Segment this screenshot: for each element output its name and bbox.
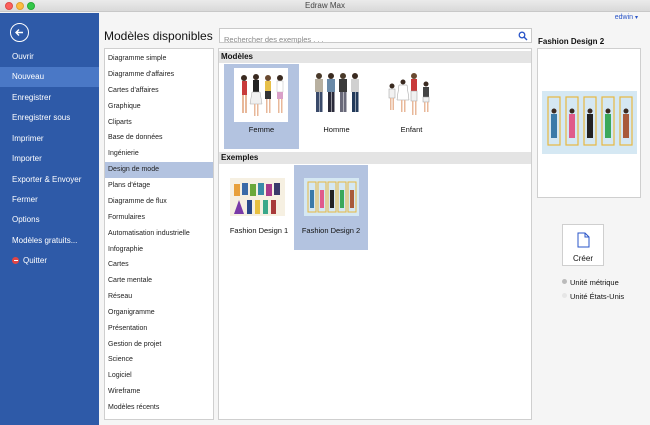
back-arrow-icon xyxy=(15,29,23,36)
category-item[interactable]: Carte mentale xyxy=(105,273,213,289)
category-item[interactable]: Réseau xyxy=(105,289,213,305)
category-item[interactable]: Science xyxy=(105,352,213,368)
example-label: Fashion Design 1 xyxy=(229,226,289,235)
sidebar-item-save[interactable]: Enregistrer xyxy=(0,88,99,108)
category-item[interactable]: Wireframe xyxy=(105,384,213,400)
app-window: Edraw Max Ouvrir Nouveau Enregistrer Enr… xyxy=(0,0,650,425)
search-icon[interactable] xyxy=(518,31,528,41)
category-item[interactable]: Ingénierie xyxy=(105,146,213,162)
category-item[interactable]: Diagramme de flux xyxy=(105,194,213,210)
template-thumbnail xyxy=(309,68,363,122)
category-item-fashion-design[interactable]: Design de mode xyxy=(105,162,213,178)
example-card-fashion-design-2[interactable]: Fashion Design 2 xyxy=(294,165,368,250)
sidebar-item-close[interactable]: Fermer xyxy=(0,190,99,210)
sidebar-item-export-send[interactable]: Exporter & Envoyer xyxy=(0,170,99,190)
sidebar-item-quit[interactable]: Quitter xyxy=(0,251,99,271)
new-document-icon xyxy=(577,232,590,248)
search-box xyxy=(219,28,532,46)
radio-selected-icon xyxy=(562,279,567,284)
sidebar: Ouvrir Nouveau Enregistrer Enregistrer s… xyxy=(0,13,99,425)
example-thumbnail xyxy=(304,178,359,216)
template-card-femme[interactable]: Femme xyxy=(224,64,299,149)
sidebar-item-save-as[interactable]: Enregistrer sous xyxy=(0,108,99,128)
category-item[interactable]: Cartes d'affaires xyxy=(105,83,213,99)
quit-icon xyxy=(12,257,19,264)
create-button[interactable]: Créer xyxy=(562,224,604,266)
category-item[interactable]: Automatisation industrielle xyxy=(105,226,213,242)
category-list: Diagramme simple Diagramme d'affaires Ca… xyxy=(104,48,214,420)
preview-title: Fashion Design 2 xyxy=(538,37,605,46)
category-item[interactable]: Diagramme d'affaires xyxy=(105,67,213,83)
back-button[interactable] xyxy=(10,23,29,42)
category-item[interactable]: Formulaires xyxy=(105,210,213,226)
category-item[interactable]: Graphique xyxy=(105,99,213,115)
user-menu[interactable]: edwin ▾ xyxy=(615,14,638,21)
category-item[interactable]: Cartes xyxy=(105,257,213,273)
sidebar-item-label: Quitter xyxy=(23,256,48,265)
radio-unselected-icon xyxy=(562,293,567,298)
sidebar-item-free-templates[interactable]: Modèles gratuits... xyxy=(0,231,99,251)
sidebar-item-import[interactable]: Importer xyxy=(0,149,99,169)
category-item[interactable]: Modèles récents xyxy=(105,400,213,416)
sidebar-item-new[interactable]: Nouveau xyxy=(0,67,99,87)
category-item[interactable]: Base de données xyxy=(105,130,213,146)
examples-section-header: Exemples xyxy=(219,152,531,164)
templates-section-header: Modèles xyxy=(219,51,531,63)
title-bar: Edraw Max xyxy=(0,0,650,12)
template-label: Homme xyxy=(323,125,350,134)
template-card-homme[interactable]: Homme xyxy=(299,64,374,149)
preview-panel xyxy=(537,48,641,198)
preview-image xyxy=(542,91,637,154)
template-thumbnail xyxy=(234,68,288,122)
example-thumbnail xyxy=(230,178,285,216)
category-item[interactable]: Plans d'étage xyxy=(105,178,213,194)
category-item[interactable]: Présentation xyxy=(105,321,213,337)
sidebar-item-options[interactable]: Options xyxy=(0,210,99,230)
category-item[interactable]: Infographie xyxy=(105,242,213,258)
example-label: Fashion Design 2 xyxy=(301,226,361,235)
unit-option-metric[interactable]: Unité métrique xyxy=(562,278,619,287)
unit-option-us[interactable]: Unité États-Unis xyxy=(562,292,624,301)
user-name: edwin xyxy=(614,14,634,21)
category-item[interactable]: Logiciel xyxy=(105,368,213,384)
sidebar-item-open[interactable]: Ouvrir xyxy=(0,47,99,67)
sidebar-item-print[interactable]: Imprimer xyxy=(0,129,99,149)
unit-label: Unité États-Unis xyxy=(570,292,625,301)
template-gallery: Modèles Femme Homme Enfant Exemples Fash… xyxy=(218,48,532,420)
page-title: Modèles disponibles xyxy=(104,29,213,43)
unit-label: Unité métrique xyxy=(570,278,619,287)
category-item[interactable]: Cliparts xyxy=(105,115,213,131)
window-title: Edraw Max xyxy=(304,1,345,10)
template-card-enfant[interactable]: Enfant xyxy=(374,64,449,149)
search-input[interactable] xyxy=(220,33,510,46)
template-label: Enfant xyxy=(400,125,423,134)
template-thumbnail xyxy=(384,68,438,122)
example-card-fashion-design-1[interactable]: Fashion Design 1 xyxy=(224,165,294,250)
template-label: Femme xyxy=(248,125,275,134)
category-item[interactable]: Gestion de projet xyxy=(105,337,213,353)
category-item[interactable]: Organigramme xyxy=(105,305,213,321)
chevron-down-icon: ▾ xyxy=(634,15,638,21)
create-button-label: Créer xyxy=(572,254,593,263)
category-item[interactable]: Diagramme simple xyxy=(105,51,213,67)
